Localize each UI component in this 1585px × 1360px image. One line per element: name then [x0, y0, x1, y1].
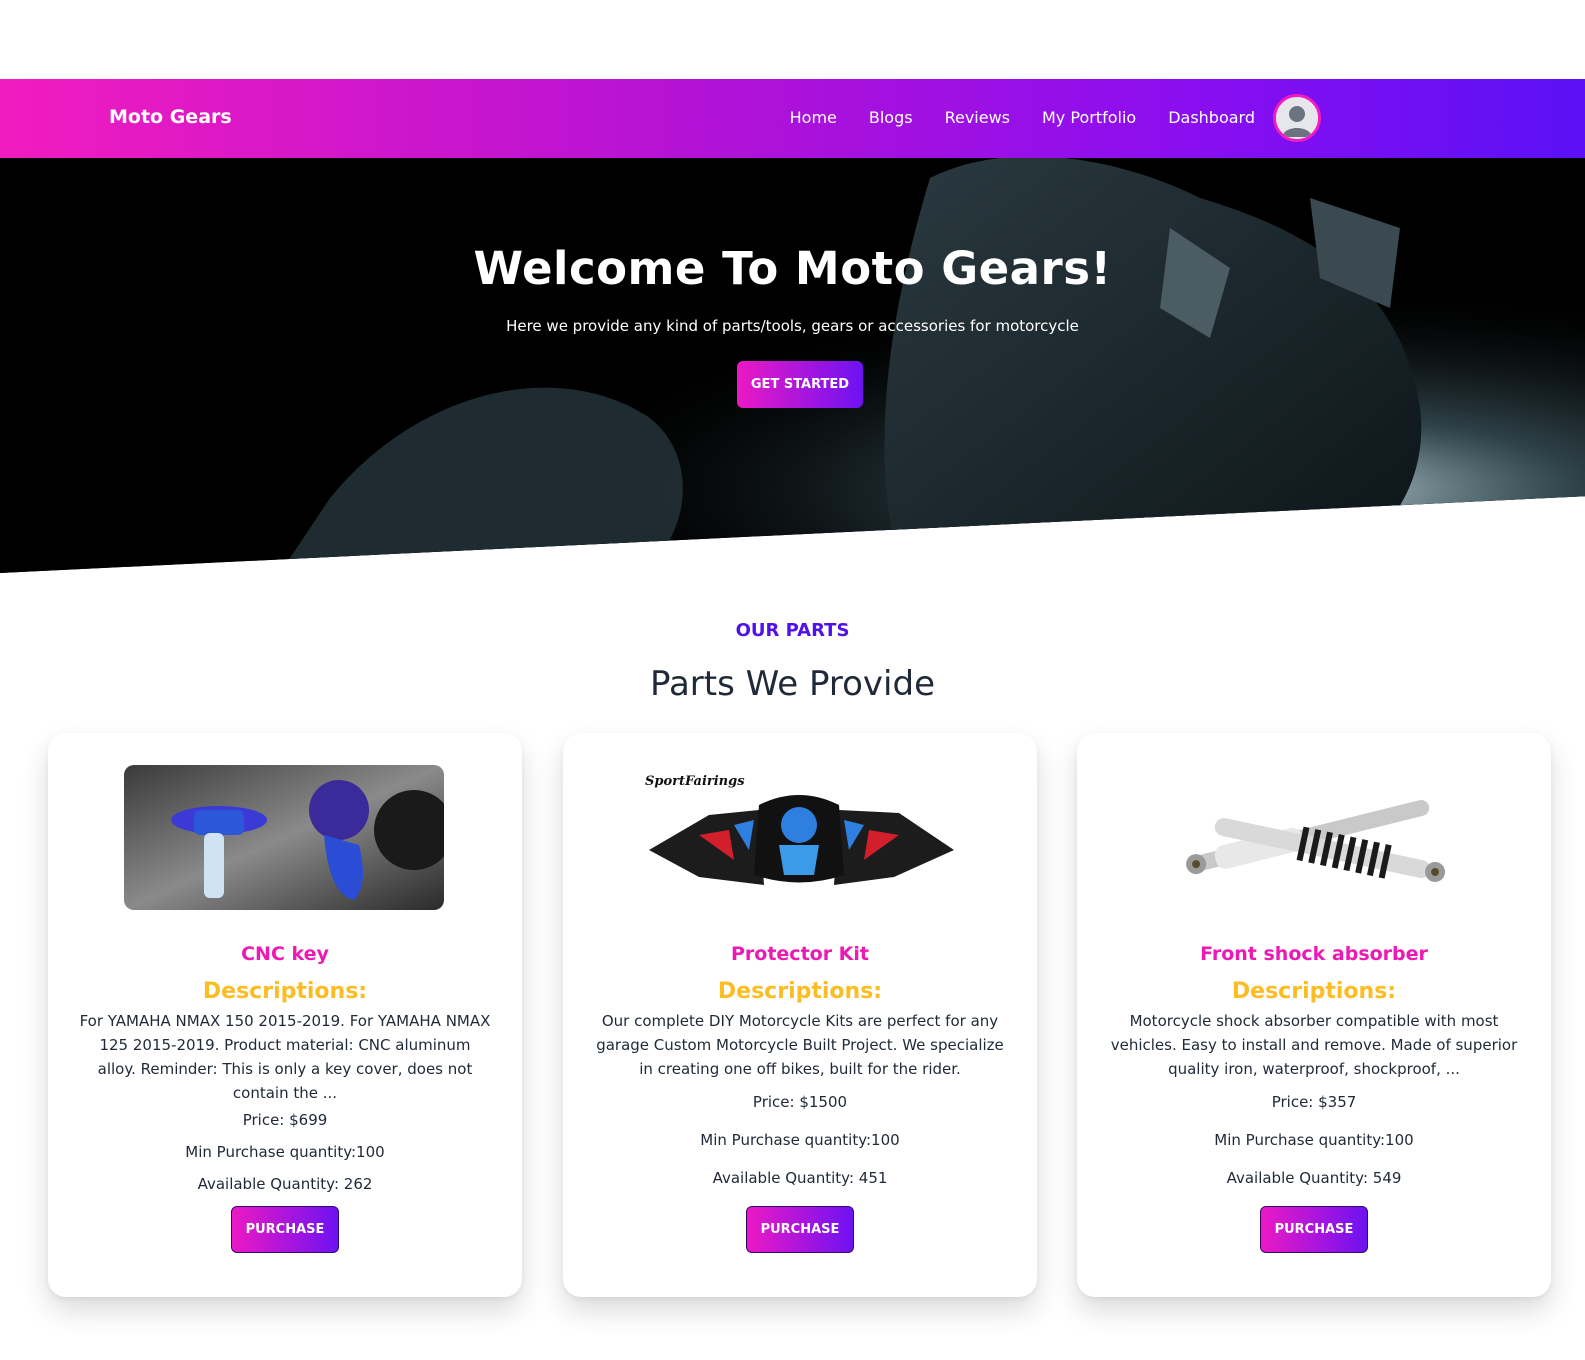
section-title: Parts We Provide [650, 664, 935, 704]
part-price: Price: $357 [1271, 1093, 1357, 1111]
part-name: Front shock absorber [1200, 943, 1428, 965]
hero-banner: Welcome To Moto Gears! Here we provide a… [0, 158, 1585, 573]
sportfairings-logo-text: SportFairings [645, 774, 745, 789]
part-card-protector-kit: SportFairings Protector Kit Descriptions… [563, 733, 1037, 1297]
get-started-button[interactable]: GET STARTED [737, 361, 863, 408]
purchase-button[interactable]: PURCHASE [231, 1206, 339, 1253]
part-name: CNC key [241, 943, 329, 965]
part-price: Price: $699 [242, 1111, 328, 1129]
section-eyebrow: OUR PARTS [735, 620, 850, 641]
part-price: Price: $1500 [752, 1093, 848, 1111]
part-available-quantity: Available Quantity: 262 [197, 1175, 373, 1193]
nav-dashboard[interactable]: Dashboard [1168, 108, 1255, 127]
description-heading: Descriptions: [717, 979, 883, 1004]
description-heading: Descriptions: [202, 979, 368, 1004]
navbar: Moto Gears Home Blogs Reviews My Portfol… [0, 79, 1585, 158]
description-heading: Descriptions: [1231, 979, 1397, 1004]
protector-kit-image: SportFairings [639, 765, 959, 910]
nav-home[interactable]: Home [790, 108, 837, 127]
part-name: Protector Kit [730, 943, 870, 965]
hero-subtitle: Here we provide any kind of parts/tools,… [506, 317, 1079, 335]
part-description: For YAMAHA NMAX 150 2015-2019. For YAMAH… [79, 1012, 491, 1102]
user-avatar-icon[interactable] [1273, 94, 1321, 142]
part-available-quantity: Available Quantity: 549 [1226, 1169, 1402, 1187]
part-min-quantity: Min Purchase quantity:100 [1214, 1131, 1414, 1149]
nav-reviews[interactable]: Reviews [945, 108, 1010, 127]
part-min-quantity: Min Purchase quantity:100 [700, 1131, 900, 1149]
front-shock-absorber-image [1153, 765, 1473, 910]
purchase-button[interactable]: PURCHASE [746, 1206, 854, 1253]
part-available-quantity: Available Quantity: 451 [712, 1169, 888, 1187]
part-card-cnc-key: CNC key Descriptions: For YAMAHA NMAX 15… [48, 733, 522, 1297]
part-card-front-shock-absorber: Front shock absorber Descriptions: Motor… [1077, 733, 1551, 1297]
purchase-button[interactable]: PURCHASE [1260, 1206, 1368, 1253]
part-min-quantity: Min Purchase quantity:100 [185, 1143, 385, 1161]
cnc-key-image [124, 765, 444, 910]
hero-title: Welcome To Moto Gears! [473, 242, 1112, 295]
nav-links: Home Blogs Reviews My Portfolio Dashboar… [758, 108, 1255, 127]
nav-my-portfolio[interactable]: My Portfolio [1042, 108, 1136, 127]
part-description: Our complete DIY Motorcycle Kits are per… [596, 1012, 1004, 1078]
brand-logo[interactable]: Moto Gears [109, 106, 232, 128]
nav-blogs[interactable]: Blogs [869, 108, 913, 127]
part-description: Motorcycle shock absorber compatible wit… [1110, 1012, 1518, 1078]
